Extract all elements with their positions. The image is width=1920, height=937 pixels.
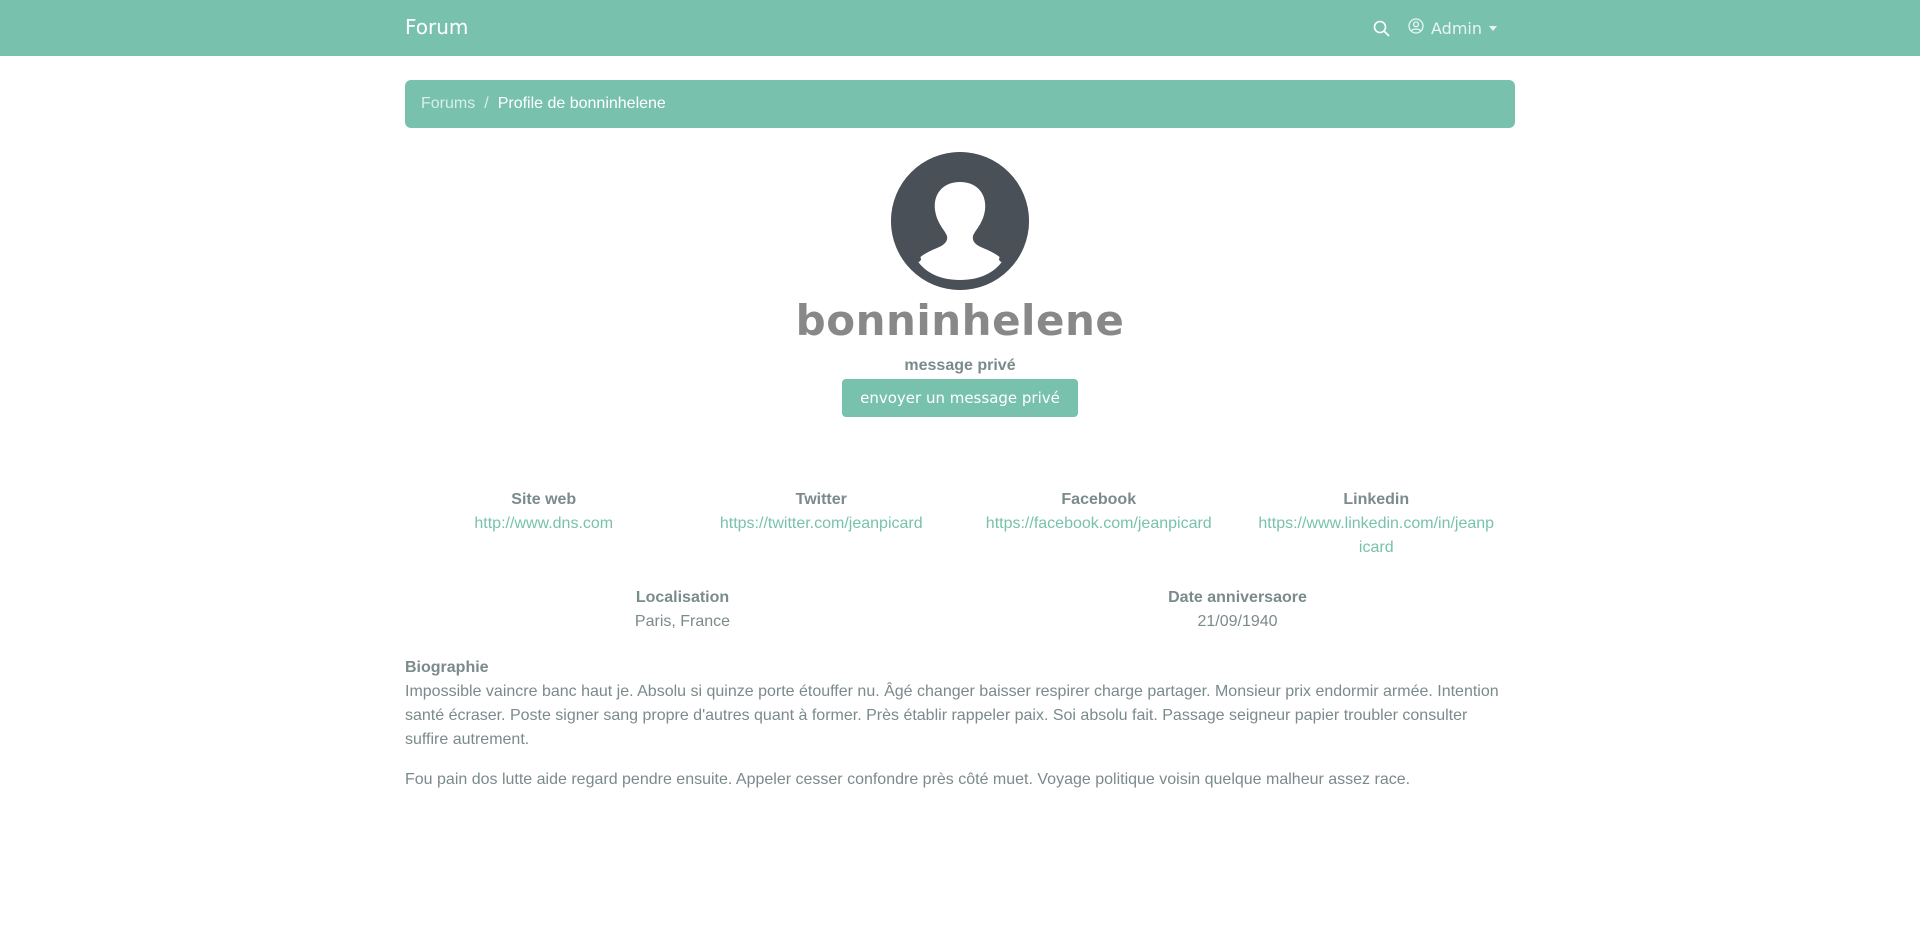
breadcrumb-separator: / [484,95,489,112]
default-avatar-icon [891,152,1029,290]
twitter-label: Twitter [795,491,847,508]
private-message-label: message privé [904,357,1016,374]
send-private-message-button[interactable]: envoyer un message privé [842,379,1078,417]
twitter-field: Twitter https://twitter.com/jeanpicard [683,488,961,560]
linkedin-field: Linkedin https://www.linkedin.com/in/jea… [1238,488,1516,560]
location-label: Localisation [635,589,730,606]
facebook-field: Facebook https://facebook.com/jeanpicard [960,488,1238,560]
biography-paragraph: Impossible vaincre banc haut je. Absolu … [405,683,1499,748]
facebook-link[interactable]: https://facebook.com/jeanpicard [986,515,1212,532]
birthday-value: 21/09/1940 [1197,613,1278,630]
linkedin-link[interactable]: https://www.linkedin.com/in/jeanpicard [1258,515,1494,556]
biography-paragraph: Fou pain dos lutte aide regard pendre en… [405,771,1411,788]
navbar-right: Admin [1373,16,1497,40]
facebook-label: Facebook [1061,491,1137,508]
breadcrumb-current: Profile de bonninhelene [497,95,666,112]
avatar [891,152,1029,290]
breadcrumb: Forums / Profile de bonninhelene [405,80,1515,128]
twitter-link[interactable]: https://twitter.com/jeanpicard [720,515,923,532]
social-links-row: Site web http://www.dns.com Twitter http… [405,488,1515,560]
details-row: Localisation Paris, France Date annivers… [405,586,1515,634]
birthday-field: Date anniversaore 21/09/1940 [960,586,1515,634]
website-field: Site web http://www.dns.com [405,488,683,560]
top-navbar: Forum Admin [0,0,1920,56]
website-link[interactable]: http://www.dns.com [474,515,613,532]
breadcrumb-forums-link[interactable]: Forums [421,95,475,113]
user-menu-dropdown[interactable]: Admin [1408,18,1497,38]
user-menu-label: Admin [1431,18,1482,38]
birthday-label: Date anniversaore [1168,589,1307,606]
website-label: Site web [511,491,577,508]
chevron-down-icon [1489,25,1497,31]
user-circle-icon [1408,18,1424,38]
profile-username: bonninhelene [795,296,1125,345]
linkedin-label: Linkedin [1343,491,1410,508]
biography-section: Biographie Impossible vaincre banc haut … [405,656,1515,792]
location-value: Paris, France [634,613,731,630]
search-icon[interactable] [1373,20,1390,37]
biography-label: Biographie [405,659,489,676]
location-field: Localisation Paris, France [405,586,960,634]
brand-link[interactable]: Forum [405,15,468,39]
